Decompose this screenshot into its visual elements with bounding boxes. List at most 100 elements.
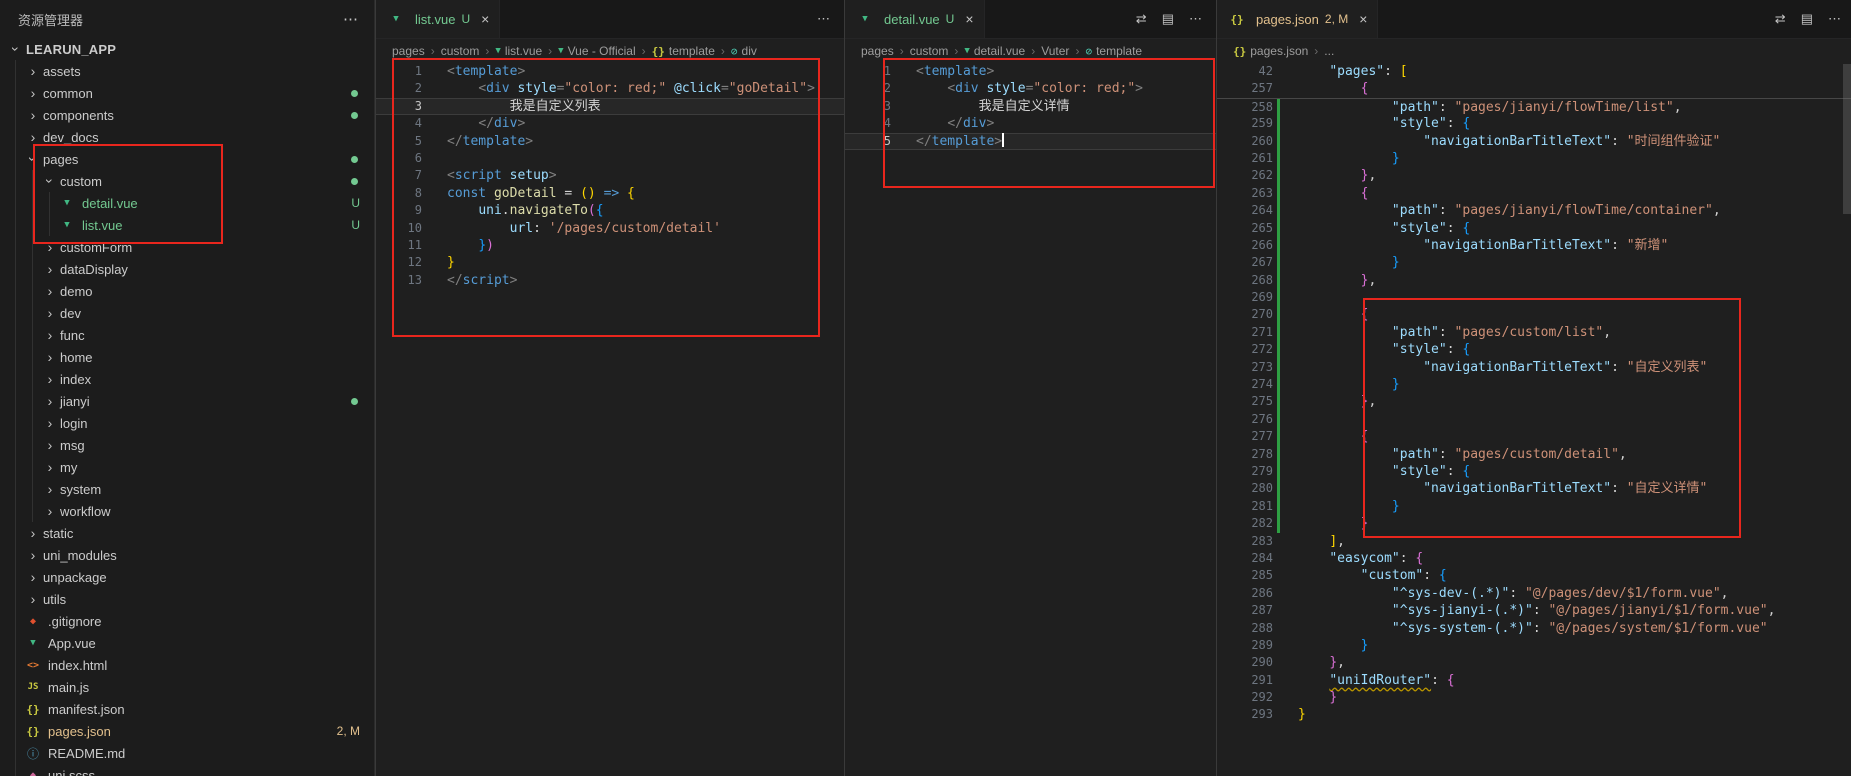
breadcrumb-segment-template[interactable]: {}template [652, 44, 715, 58]
tab-list-vue[interactable]: ▼ list.vue U × [376, 0, 500, 38]
tree-item-pages.json[interactable]: {}pages.json2, M [0, 720, 374, 742]
tree-item-login[interactable]: ›login [0, 412, 374, 434]
breadcrumb-segment-pages.json[interactable]: {}pages.json [1233, 44, 1308, 58]
breadcrumb-segment-pages[interactable]: pages [861, 44, 894, 58]
breadcrumb-label: pages [392, 44, 425, 58]
breadcrumb-segment-custom[interactable]: custom [441, 44, 480, 58]
tree-item-customForm[interactable]: ›customForm [0, 236, 374, 258]
tree-item-.gitignore[interactable]: ◆.gitignore [0, 610, 374, 632]
tree-item-dev_docs[interactable]: ›dev_docs [0, 126, 374, 148]
open-changes-icon[interactable]: ⇄ [1775, 11, 1786, 27]
tree-item-custom[interactable]: ›custom [0, 170, 374, 192]
editor-layout-icon[interactable]: ▤ [1162, 11, 1174, 27]
chevron-right-icon: › [25, 107, 41, 123]
line-number: 271 [1217, 324, 1273, 341]
tree-item-uni_modules[interactable]: ›uni_modules [0, 544, 374, 566]
chevron-right-icon: › [25, 569, 41, 585]
tree-item-common[interactable]: ›common [0, 82, 374, 104]
indent-guide [15, 390, 16, 412]
indent-guide [32, 390, 33, 412]
breadcrumb-segment-div[interactable]: ⊘div [731, 44, 757, 58]
tree-item-index[interactable]: ›index [0, 368, 374, 390]
tree-item-func[interactable]: ›func [0, 324, 374, 346]
breadcrumb-segment-detail.vue[interactable]: ▼detail.vue [964, 44, 1025, 58]
breadcrumb-segment-custom[interactable]: custom [910, 44, 949, 58]
split-editor-icon[interactable]: ⇄ [1136, 11, 1147, 27]
code-line-257: 257 { [1217, 80, 1851, 97]
code-text: </template> [891, 133, 1004, 150]
close-icon[interactable]: × [481, 11, 489, 27]
code-editor-list-vue[interactable]: 1<template>2 <div style="color: red;" @c… [376, 63, 844, 776]
code-line-261: 261 } [1217, 150, 1851, 167]
tab-detail-vue[interactable]: ▼ detail.vue U × [845, 0, 985, 38]
breadcrumb-segment-list.vue[interactable]: ▼list.vue [495, 44, 542, 58]
code-line-281: 281 } [1217, 498, 1851, 515]
tree-item-list.vue[interactable]: ▼list.vueU [0, 214, 374, 236]
breadcrumb-segment-Vuter[interactable]: Vuter [1041, 44, 1069, 58]
explorer-more-actions-icon[interactable]: ⋯ [343, 10, 358, 28]
more-actions-icon[interactable]: ⋯ [1828, 11, 1841, 27]
git-gutter-added-bar [1277, 115, 1280, 132]
code-editor-pages-json[interactable]: 42 "pages": [257 {258 "path": "pages/jia… [1217, 63, 1851, 776]
tree-item-home[interactable]: ›home [0, 346, 374, 368]
tree-item-uni.scss[interactable]: ◆uni.scss [0, 764, 374, 776]
tree-item-manifest.json[interactable]: {}manifest.json [0, 698, 374, 720]
more-actions-icon[interactable]: ⋯ [1189, 11, 1202, 27]
tree-root-LEARUN_APP[interactable]: ›LEARUN_APP [0, 38, 374, 60]
tree-item-system[interactable]: ›system [0, 478, 374, 500]
line-number: 257 [1217, 80, 1273, 97]
editor-pane-list-vue: ▼ list.vue U × ⋯ pages›custom›▼list.vue›… [375, 0, 844, 776]
tree-item-jianyi[interactable]: ›jianyi [0, 390, 374, 412]
line-number: 7 [376, 167, 422, 184]
tree-item-static[interactable]: ›static [0, 522, 374, 544]
code-line-10: 10 url: '/pages/custom/detail' [376, 220, 844, 237]
line-number: 260 [1217, 133, 1273, 150]
file-label: home [60, 350, 93, 365]
code-editor-detail-vue[interactable]: 1<template>2 <div style="color: red;">3 … [845, 63, 1216, 776]
explorer-tree: ›LEARUN_APP›assets›common›components›dev… [0, 38, 374, 776]
tab-bar: ▼ detail.vue U × ⇄ ▤ ⋯ [845, 0, 1216, 39]
explorer-title: 资源管理器 [18, 10, 83, 29]
code-line-13: 13</script> [376, 272, 844, 289]
tree-item-main.js[interactable]: JSmain.js [0, 676, 374, 698]
tree-item-README.md[interactable]: ⓘREADME.md [0, 742, 374, 764]
line-number: 258 [1217, 99, 1273, 115]
code-line-5: 5</template> [845, 133, 1216, 150]
tree-item-components[interactable]: ›components [0, 104, 374, 126]
more-actions-icon[interactable]: ⋯ [817, 11, 830, 27]
tree-item-demo[interactable]: ›demo [0, 280, 374, 302]
tree-item-utils[interactable]: ›utils [0, 588, 374, 610]
line-number: 287 [1217, 602, 1273, 619]
breadcrumb-separator: › [485, 44, 489, 58]
tab-pages-json[interactable]: {} pages.json 2, M × [1217, 0, 1378, 38]
breadcrumb-segment-pages[interactable]: pages [392, 44, 425, 58]
tree-item-dev[interactable]: ›dev [0, 302, 374, 324]
code-line-7: 7<script setup> [376, 167, 844, 184]
close-icon[interactable]: × [965, 11, 973, 27]
line-number: 278 [1217, 446, 1273, 463]
tree-item-dataDisplay[interactable]: ›dataDisplay [0, 258, 374, 280]
tree-item-workflow[interactable]: ›workflow [0, 500, 374, 522]
close-icon[interactable]: × [1359, 11, 1367, 27]
tab-bar: {} pages.json 2, M × ⇄ ▤ ⋯ [1217, 0, 1851, 39]
editor-layout-icon[interactable]: ▤ [1801, 11, 1813, 27]
tree-item-pages[interactable]: ›pages [0, 148, 374, 170]
tree-item-msg[interactable]: ›msg [0, 434, 374, 456]
symbol-icon: ⊘ [731, 45, 738, 58]
breadcrumb-separator: › [721, 44, 725, 58]
breadcrumb-separator: › [954, 44, 958, 58]
tree-item-my[interactable]: ›my [0, 456, 374, 478]
tree-item-index.html[interactable]: <>index.html [0, 654, 374, 676]
code-text: { [1273, 185, 1368, 202]
tree-item-unpackage[interactable]: ›unpackage [0, 566, 374, 588]
vertical-scrollbar[interactable] [1843, 64, 1851, 214]
tree-item-detail.vue[interactable]: ▼detail.vueU [0, 192, 374, 214]
breadcrumb-segment-template[interactable]: ⊘template [1085, 44, 1142, 58]
breadcrumb-segment-Vue-Official[interactable]: ▼Vue - Official [558, 44, 635, 58]
editor-pane-detail-vue: ▼ detail.vue U × ⇄▤⋯ pages›custom›▼detai… [844, 0, 1216, 776]
editor-groups: ▼ list.vue U × ⋯ pages › custom › ▼list.vue ›… [375, 0, 1851, 776]
breadcrumb-segment-...[interactable]: ... [1324, 44, 1334, 58]
tree-item-assets[interactable]: ›assets [0, 60, 374, 82]
tree-item-App.vue[interactable]: ▼App.vue [0, 632, 374, 654]
chevron-right-icon: › [42, 261, 58, 277]
